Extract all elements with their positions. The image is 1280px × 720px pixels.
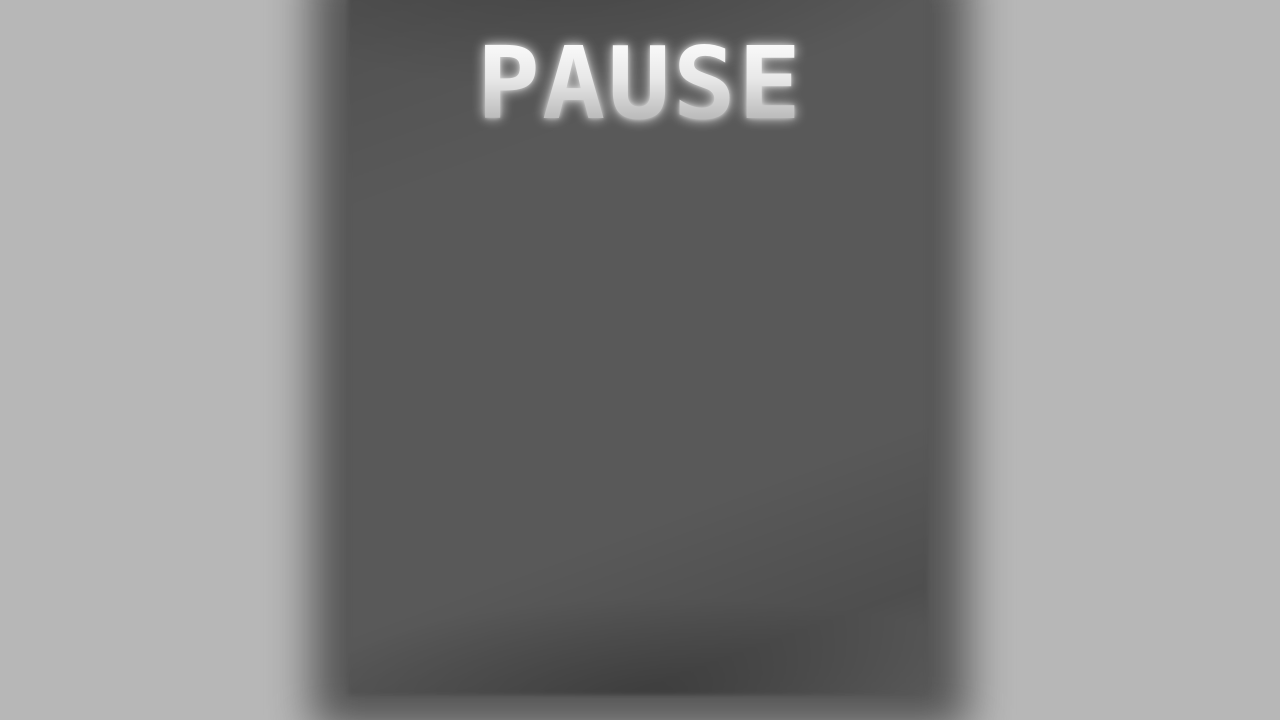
pause-title: PAUSE	[0, 34, 1280, 134]
game-screen: PAUSE	[0, 0, 1280, 720]
